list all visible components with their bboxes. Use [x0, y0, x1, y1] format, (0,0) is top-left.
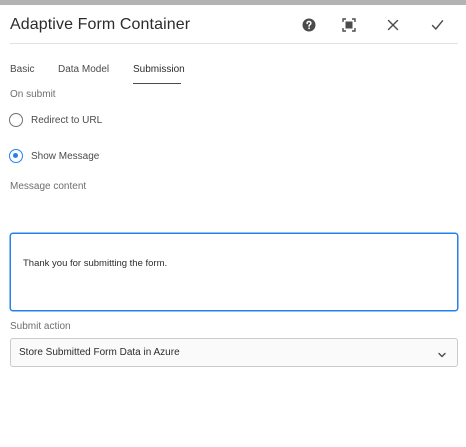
on-submit-label: On submit [10, 89, 56, 100]
close-button[interactable] [381, 15, 405, 39]
submit-action-select[interactable]: Store Submitted Form Data in Azure [10, 338, 458, 367]
done-button[interactable] [425, 15, 449, 39]
tab-basic[interactable]: Basic [10, 64, 34, 84]
tab-bar: Basic Data Model Submission [0, 58, 466, 86]
dialog-header: Adaptive Form Container [0, 5, 466, 45]
tab-data-model[interactable]: Data Model [58, 64, 109, 84]
close-icon [387, 18, 399, 36]
dialog-title: Adaptive Form Container [10, 16, 191, 33]
fullscreen-button[interactable] [337, 15, 361, 39]
header-divider [10, 43, 458, 44]
chevron-down-icon [437, 347, 447, 358]
help-button[interactable] [297, 15, 321, 39]
submit-action-value: Store Submitted Form Data in Azure [19, 347, 180, 358]
show-message-label: Show Message [31, 150, 100, 162]
tab-submission[interactable]: Submission [133, 64, 185, 84]
redirect-to-url-label: Redirect to URL [31, 114, 103, 126]
selected-tab-indicator [133, 83, 181, 84]
fullscreen-icon [342, 17, 356, 37]
checkmark-icon [431, 18, 444, 36]
message-content-textarea[interactable]: Thank you for submitting the form. [10, 233, 458, 311]
show-message-radio[interactable] [9, 149, 23, 163]
redirect-to-url-radio[interactable] [9, 113, 23, 127]
help-icon [302, 18, 316, 37]
show-message-option[interactable]: Show Message [9, 147, 99, 165]
submit-action-label: Submit action [10, 321, 71, 332]
message-content-label: Message content [10, 181, 87, 192]
redirect-to-url-option[interactable]: Redirect to URL [9, 111, 102, 129]
